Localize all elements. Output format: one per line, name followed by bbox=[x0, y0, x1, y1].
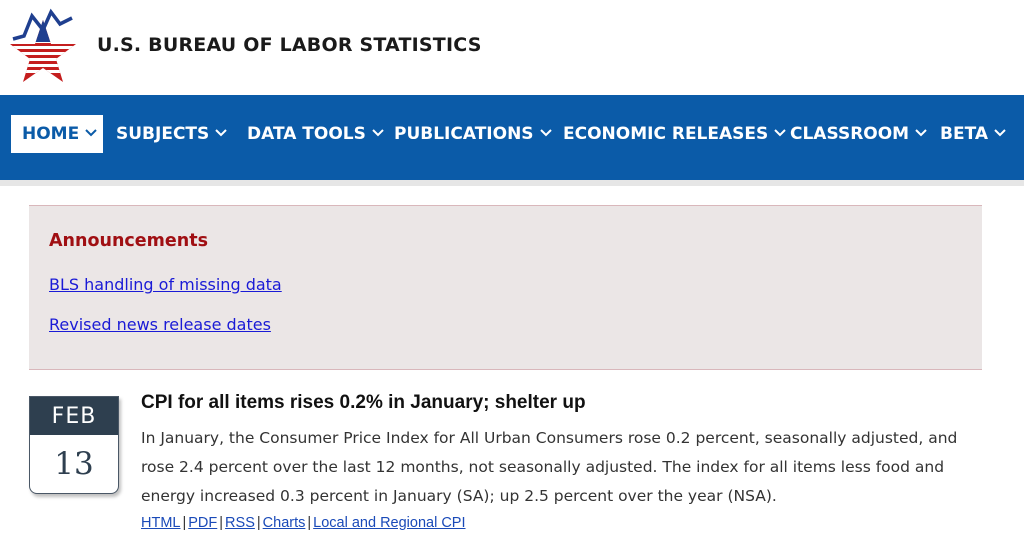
site-header: U.S. BUREAU OF LABOR STATISTICS bbox=[0, 0, 1024, 95]
link-separator: | bbox=[307, 515, 312, 531]
nav-economic-releases[interactable]: ECONOMIC RELEASES bbox=[563, 115, 787, 153]
link-separator: | bbox=[219, 515, 224, 531]
release-date-calendar: FEB 13 bbox=[29, 396, 119, 494]
release-format-links: HTML | PDF | RSS | Charts | Local and Regional C… bbox=[141, 515, 466, 531]
nav-data-tools[interactable]: DATA TOOLS bbox=[247, 115, 385, 153]
nav-beta[interactable]: BETA bbox=[940, 115, 1007, 153]
announcements-panel: Announcements BLS handling of missing da… bbox=[29, 205, 982, 370]
chevron-down-icon bbox=[215, 129, 227, 137]
agency-name[interactable]: U.S. BUREAU OF LABOR STATISTICS bbox=[97, 34, 482, 56]
chevron-down-icon bbox=[994, 129, 1006, 137]
nav-home-label: HOME bbox=[22, 124, 80, 144]
nav-home[interactable]: HOME bbox=[11, 115, 103, 153]
chevron-down-icon bbox=[915, 129, 927, 137]
chevron-down-icon bbox=[774, 129, 786, 137]
link-html[interactable]: HTML bbox=[141, 515, 180, 531]
nav-classroom[interactable]: CLASSROOM bbox=[790, 115, 928, 153]
calendar-month: FEB bbox=[30, 397, 118, 435]
bls-star-logo-icon[interactable] bbox=[10, 6, 76, 82]
nav-subjects-label: SUBJECTS bbox=[116, 124, 210, 144]
release-title[interactable]: CPI for all items rises 0.2% in January;… bbox=[141, 392, 586, 414]
nav-beta-label: BETA bbox=[940, 124, 989, 144]
main-navigation: HOME SUBJECTS DATA TOOLS PUBLICATIONS EC… bbox=[0, 95, 1024, 180]
link-separator: | bbox=[256, 515, 261, 531]
chevron-down-icon bbox=[372, 129, 384, 137]
nav-data-tools-label: DATA TOOLS bbox=[247, 124, 366, 144]
link-charts[interactable]: Charts bbox=[263, 515, 306, 531]
link-pdf[interactable]: PDF bbox=[188, 515, 217, 531]
link-rss[interactable]: RSS bbox=[225, 515, 255, 531]
calendar-day: 13 bbox=[54, 446, 94, 482]
release-summary: In January, the Consumer Price Index for… bbox=[141, 429, 958, 505]
link-missing-data[interactable]: BLS handling of missing data bbox=[49, 275, 282, 294]
nav-economic-releases-label: ECONOMIC RELEASES bbox=[563, 124, 769, 144]
nav-publications-label: PUBLICATIONS bbox=[394, 124, 534, 144]
announcements-heading: Announcements bbox=[49, 231, 208, 251]
nav-publications[interactable]: PUBLICATIONS bbox=[394, 115, 553, 153]
chevron-down-icon bbox=[85, 129, 97, 137]
nav-subjects[interactable]: SUBJECTS bbox=[116, 115, 228, 153]
nav-divider bbox=[0, 180, 1024, 186]
link-local-regional-cpi[interactable]: Local and Regional CPI bbox=[313, 515, 465, 531]
chevron-down-icon bbox=[539, 129, 552, 137]
link-revised-release-dates[interactable]: Revised news release dates bbox=[49, 315, 271, 334]
nav-classroom-label: CLASSROOM bbox=[790, 124, 910, 144]
